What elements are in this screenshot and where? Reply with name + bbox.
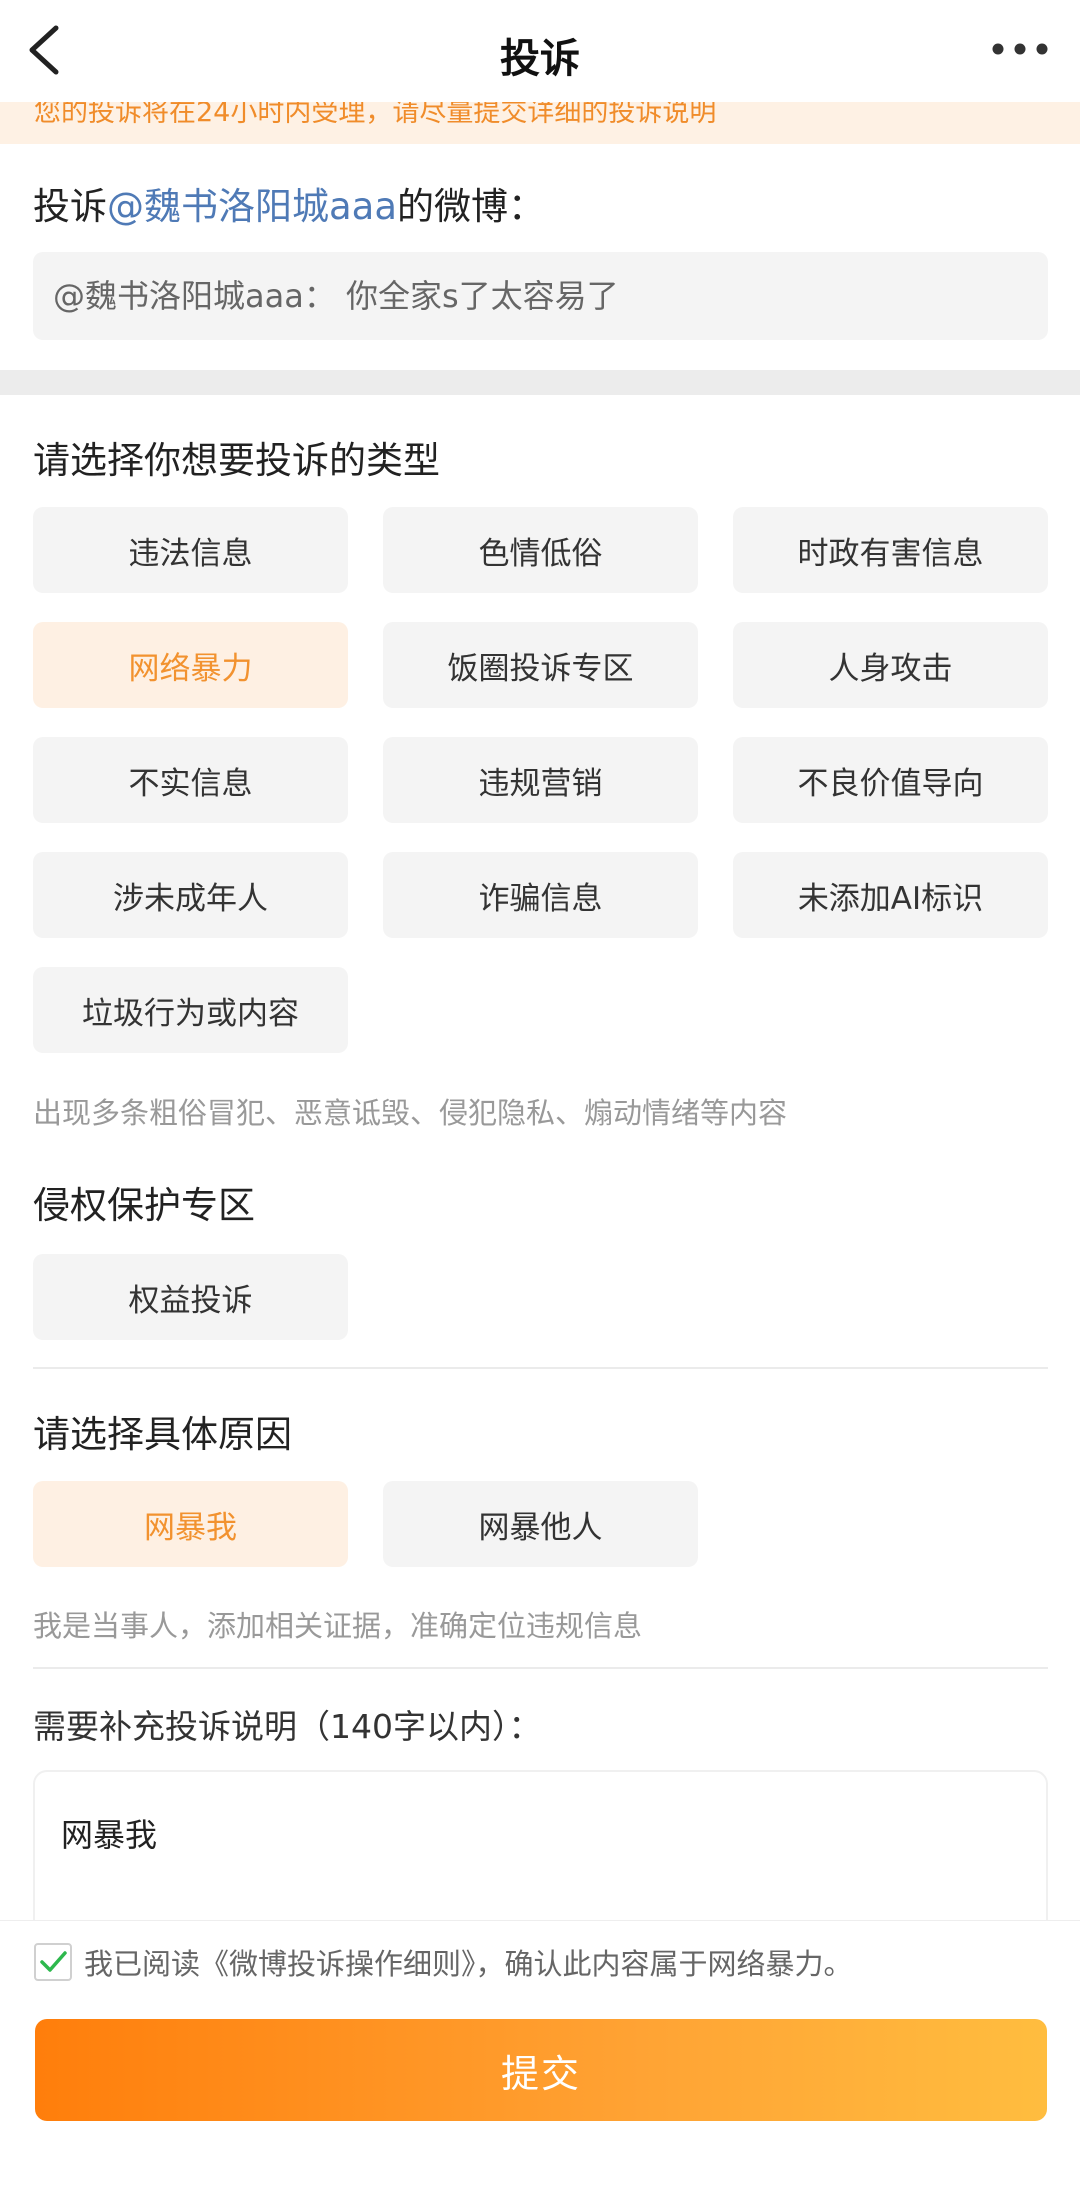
description-label: 需要补充投诉说明（140字以内）： — [33, 1707, 542, 1746]
reason-option[interactable]: 网暴他人 — [383, 1481, 698, 1567]
rights-complaint-option[interactable]: 权益投诉 — [33, 1254, 348, 1340]
complaint-type-title: 请选择你想要投诉的类型 — [33, 439, 440, 482]
page-title: 投诉 — [500, 36, 580, 82]
agreement-text[interactable]: 我已阅读《微博投诉操作细则》，确认此内容属于网络暴力。 — [84, 1941, 853, 1983]
target-suffix: 的微博： — [397, 185, 546, 228]
complaint-type-option[interactable]: 不实信息 — [33, 737, 348, 823]
agreement-row: 我已阅读《微博投诉操作细则》，确认此内容属于网络暴力。 — [34, 1941, 853, 1983]
complaint-type-option[interactable]: 涉未成年人 — [33, 852, 348, 938]
quoted-weibo: @魏书洛阳城aaa： 你全家s了太容易了 — [33, 252, 1048, 340]
more-horizontal-icon — [992, 43, 1048, 55]
reason-title: 请选择具体原因 — [33, 1413, 292, 1456]
complaint-target-line: 投诉@魏书洛阳城aaa的微博： — [33, 176, 545, 230]
complaint-type-option[interactable]: 不良价值导向 — [733, 737, 1048, 823]
section-divider — [0, 370, 1080, 395]
reason-option[interactable]: 网暴我 — [33, 1481, 348, 1567]
complaint-type-option[interactable]: 违规营销 — [383, 737, 698, 823]
target-prefix: 投诉 — [33, 185, 107, 228]
complaint-type-option[interactable]: 人身攻击 — [733, 622, 1048, 708]
divider — [33, 1667, 1048, 1669]
complaint-type-option[interactable]: 色情低俗 — [383, 507, 698, 593]
rights-section-title: 侵权保护专区 — [33, 1184, 255, 1227]
agreement-checkbox[interactable] — [34, 1943, 72, 1981]
complaint-type-option[interactable]: 时政有害信息 — [733, 507, 1048, 593]
submit-button[interactable]: 提交 — [35, 2019, 1047, 2121]
complaint-type-option[interactable]: 诈骗信息 — [383, 852, 698, 938]
divider — [33, 1367, 1048, 1369]
more-button[interactable] — [990, 34, 1050, 64]
complaint-type-option[interactable]: 垃圾行为或内容 — [33, 967, 348, 1053]
complaint-type-option[interactable]: 违法信息 — [33, 507, 348, 593]
target-user-mention[interactable]: @魏书洛阳城aaa — [107, 185, 397, 228]
complaint-type-option[interactable]: 网络暴力 — [33, 622, 348, 708]
top-nav-bar: 投诉 — [0, 0, 1080, 102]
complaint-page: 投诉 您的投诉将在24小时内受理，请尽量提交详细的投诉说明 投诉@魏书洛阳城aa… — [0, 0, 1080, 2199]
complaint-type-option[interactable]: 未添加AI标识 — [733, 852, 1048, 938]
reason-hint: 我是当事人，添加相关证据，准确定位违规信息 — [33, 1609, 643, 1643]
checkmark-icon — [40, 1951, 67, 1972]
complaint-type-option[interactable]: 饭圈投诉专区 — [383, 622, 698, 708]
complaint-type-hint: 出现多条粗俗冒犯、恶意诋毁、侵犯隐私、煽动情绪等内容 — [33, 1096, 788, 1130]
bottom-action-bar: 我已阅读《微博投诉操作细则》，确认此内容属于网络暴力。 提交 — [0, 1920, 1080, 2199]
